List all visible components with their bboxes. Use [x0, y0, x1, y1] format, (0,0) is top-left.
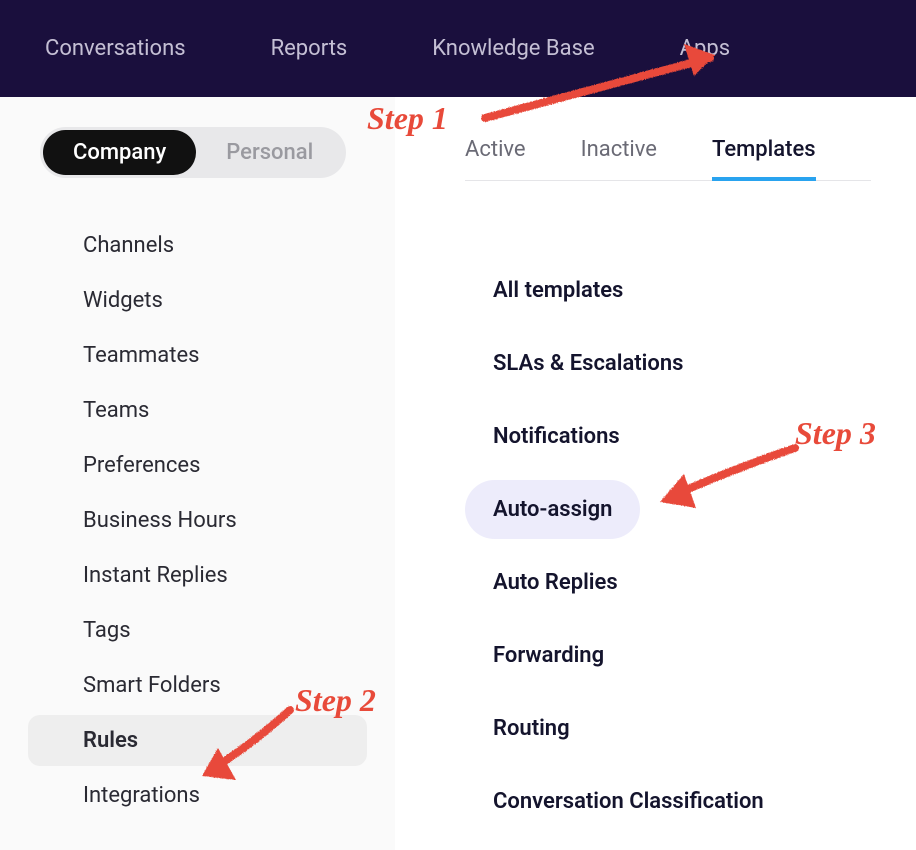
nav-apps[interactable]: Apps [680, 36, 730, 61]
tab-row: Active Inactive Templates [465, 127, 871, 181]
template-item-auto-replies[interactable]: Auto Replies [465, 553, 646, 612]
template-item-all[interactable]: All templates [465, 261, 651, 320]
tab-templates[interactable]: Templates [712, 127, 816, 180]
sidebar-item-instant-replies[interactable]: Instant Replies [28, 550, 367, 601]
content-area: Active Inactive Templates All templates … [395, 97, 916, 850]
sidebar-item-smart-folders[interactable]: Smart Folders [28, 660, 367, 711]
sidebar-item-teams[interactable]: Teams [28, 385, 367, 436]
top-nav: Conversations Reports Knowledge Base App… [0, 0, 916, 97]
template-item-conversation-classification[interactable]: Conversation Classification [465, 772, 792, 831]
nav-reports[interactable]: Reports [271, 36, 348, 61]
toggle-company[interactable]: Company [43, 130, 196, 175]
sidebar-item-preferences[interactable]: Preferences [28, 440, 367, 491]
sidebar-item-business-hours[interactable]: Business Hours [28, 495, 367, 546]
sidebar-toggle: Company Personal [40, 127, 346, 178]
template-item-routing[interactable]: Routing [465, 699, 598, 758]
nav-conversations[interactable]: Conversations [45, 36, 186, 61]
template-item-slas[interactable]: SLAs & Escalations [465, 334, 711, 393]
sidebar-item-teammates[interactable]: Teammates [28, 330, 367, 381]
main-container: Company Personal Channels Widgets Teamma… [0, 97, 916, 850]
sidebar-list: Channels Widgets Teammates Teams Prefere… [0, 218, 395, 823]
template-item-forwarding[interactable]: Forwarding [465, 626, 632, 685]
template-item-notifications[interactable]: Notifications [465, 407, 648, 466]
tab-active[interactable]: Active [465, 127, 526, 180]
toggle-personal[interactable]: Personal [196, 130, 343, 175]
sidebar-item-widgets[interactable]: Widgets [28, 275, 367, 326]
sidebar-item-tags[interactable]: Tags [28, 605, 367, 656]
sidebar: Company Personal Channels Widgets Teamma… [0, 97, 395, 850]
nav-knowledge-base[interactable]: Knowledge Base [432, 36, 594, 61]
template-item-auto-assign[interactable]: Auto-assign [465, 480, 640, 539]
sidebar-item-integrations[interactable]: Integrations [28, 770, 367, 821]
template-list: All templates SLAs & Escalations Notific… [465, 261, 871, 831]
sidebar-item-rules[interactable]: Rules [28, 715, 367, 766]
tab-inactive[interactable]: Inactive [581, 127, 657, 180]
sidebar-item-channels[interactable]: Channels [28, 220, 367, 271]
